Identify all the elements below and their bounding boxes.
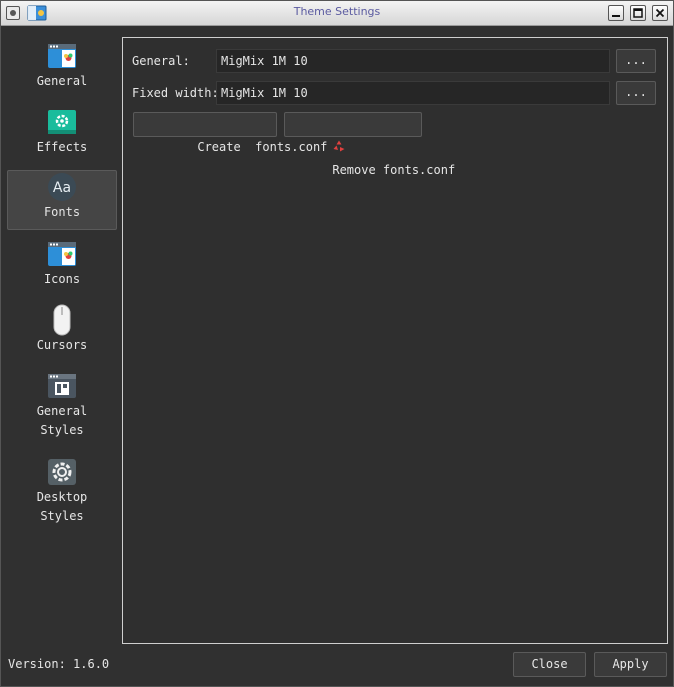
close-button[interactable]: Close	[513, 652, 586, 677]
window-icons-icon	[48, 242, 76, 266]
fonts-aa-icon: Aa	[48, 173, 76, 201]
mouse-cursor-icon	[53, 304, 71, 336]
maximize-icon	[633, 8, 643, 18]
remove-fonts-conf-label: Remove fonts.conf	[332, 163, 456, 177]
version-label: Version: 1.6.0	[8, 657, 110, 671]
gear-effects-icon	[48, 110, 76, 134]
sidebar-item-label: General	[36, 74, 88, 88]
sidebar-item-label: Icons	[43, 272, 81, 286]
window-general-icon	[48, 44, 76, 68]
sidebar-item-effects[interactable]: Effects	[7, 105, 117, 165]
sidebar-item-label: Cursors	[36, 338, 88, 352]
title-bar: Theme Settings	[1, 1, 673, 26]
window-title: Theme Settings	[293, 5, 381, 18]
settings-sidebar: General Effects Aa Fonts Icons Cursors G…	[7, 37, 119, 637]
sidebar-item-cursors[interactable]: Cursors	[7, 303, 117, 363]
minimize-button[interactable]	[608, 5, 624, 21]
fixed-width-font-label: Fixed width:	[132, 86, 219, 100]
minimize-icon	[612, 15, 620, 17]
fixed-width-font-field[interactable]: MigMix 1M 10	[216, 81, 610, 105]
sidebar-item-general[interactable]: General	[7, 39, 117, 99]
maximize-button[interactable]	[630, 5, 646, 21]
sidebar-item-label: Desktop Styles	[36, 490, 88, 523]
svg-text:Aa: Aa	[53, 180, 71, 196]
general-font-label: General:	[132, 54, 190, 68]
sidebar-item-desktop-styles[interactable]: Desktop Styles	[7, 455, 117, 535]
sidebar-item-icons[interactable]: Icons	[7, 237, 117, 297]
general-font-browse-button[interactable]: ...	[616, 49, 656, 73]
recycle-remove-icon	[333, 140, 345, 152]
theme-settings-window: Theme Settings General Effects Aa Fonts …	[0, 0, 674, 687]
window-layout-icon	[48, 374, 76, 398]
close-window-button[interactable]	[652, 5, 668, 21]
fonts-settings-panel: General: MigMix 1M 10 ... Fixed width: M…	[122, 37, 668, 644]
create-fonts-conf-button[interactable]: Create fonts.conf	[133, 112, 327, 154]
apply-button[interactable]: Apply	[594, 652, 667, 677]
gear-desktop-icon	[48, 459, 76, 485]
fixed-width-font-browse-button[interactable]: ...	[616, 81, 656, 105]
sidebar-item-label: General Styles	[36, 404, 88, 437]
sidebar-item-label: Effects	[36, 140, 88, 154]
remove-fonts-conf-button[interactable]: Remove fonts.conf	[284, 112, 455, 177]
sidebar-item-general-styles[interactable]: General Styles	[7, 369, 117, 449]
general-font-field[interactable]: MigMix 1M 10	[216, 49, 610, 73]
sidebar-item-fonts[interactable]: Aa Fonts	[7, 170, 117, 230]
close-icon	[655, 8, 665, 18]
sidebar-item-label: Fonts	[43, 205, 81, 219]
